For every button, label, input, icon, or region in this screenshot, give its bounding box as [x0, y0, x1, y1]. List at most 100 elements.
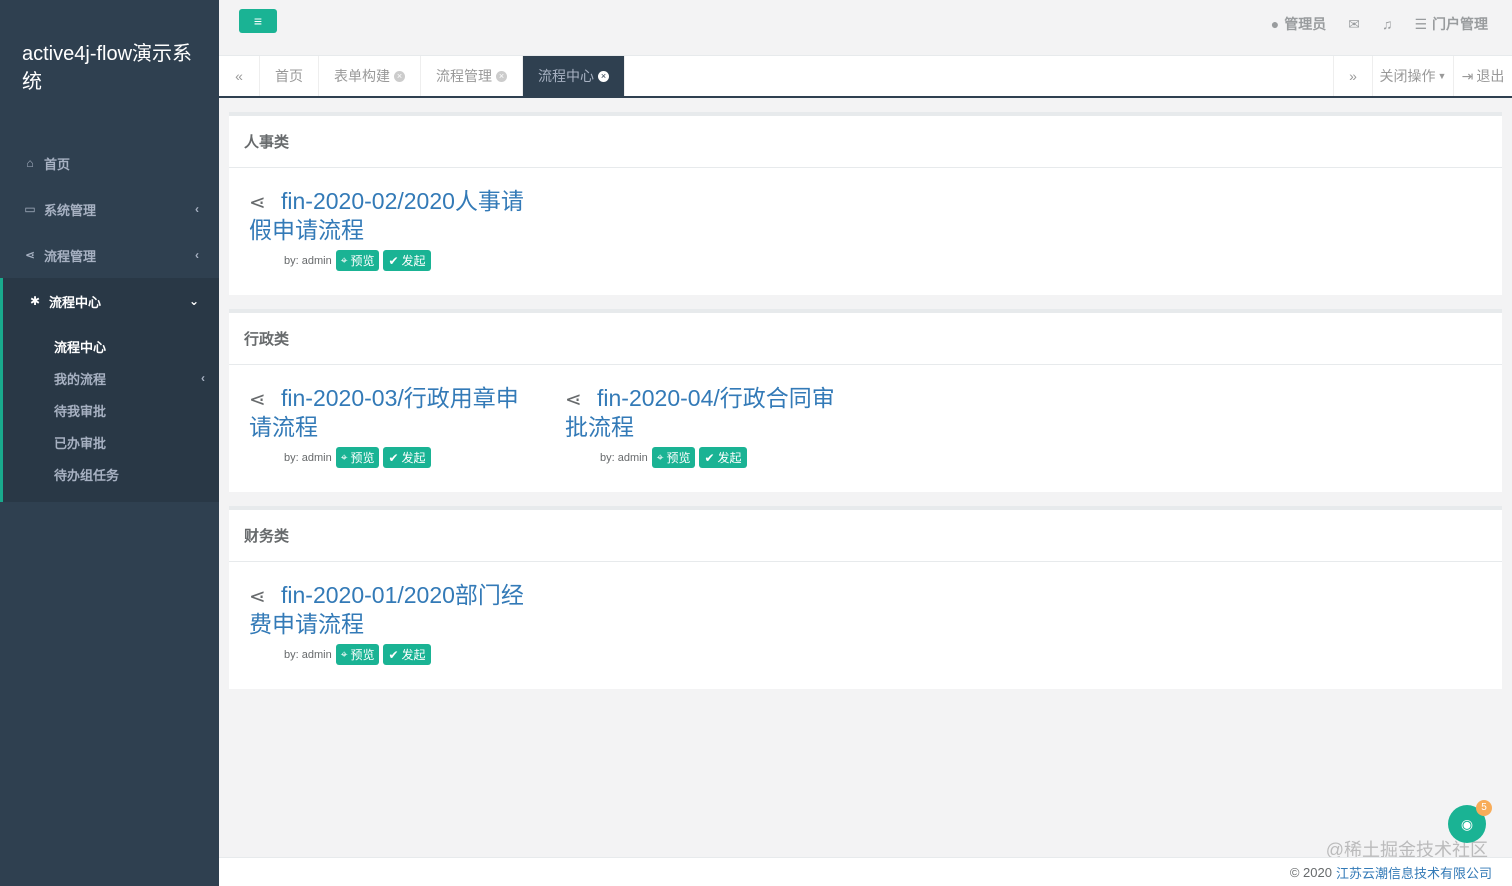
start-button[interactable]: ✔ 发起 — [383, 644, 431, 665]
flow-link[interactable]: ⋖ fin-2020-03/行政用章申请流程 — [249, 385, 533, 441]
share-icon: ⋖ — [249, 586, 266, 608]
sidebar-subitem-my-flows[interactable]: 我的流程 ‹ — [3, 362, 219, 394]
user-icon: ● — [1270, 16, 1280, 32]
chat-badge: 5 — [1476, 800, 1492, 816]
flow-link[interactable]: ⋖ fin-2020-01/2020部门经费申请流程 — [249, 582, 533, 638]
logout-button[interactable]: ⇥ 退出 — [1453, 56, 1512, 96]
start-button[interactable]: ✔ 发起 — [699, 447, 747, 468]
sidebar-subitem-flow-center[interactable]: 流程中心 — [3, 330, 219, 362]
sidebar-item-flow-center[interactable]: ✱ 流程中心 ⌄ — [0, 278, 219, 324]
category-panel: 财务类 ⋖ fin-2020-01/2020部门经费申请流程 by: admin … — [229, 506, 1502, 689]
flow-meta: by: admin ⌖ 预览 ✔ 发起 — [565, 447, 849, 468]
chevron-left-icon: ‹ — [195, 202, 199, 216]
flow-card: ⋖ fin-2020-03/行政用章申请流程 by: admin ⌖ 预览 ✔ 发起 — [249, 385, 533, 472]
tabs-scroll-left-button[interactable]: « — [219, 56, 260, 96]
sidebar-subitem-label: 已办审批 — [54, 435, 107, 451]
caret-down-icon: ▼ — [1437, 71, 1447, 81]
tabs-spacer — [625, 56, 1333, 96]
flow-meta: by: admin ⌖ 预览 ✔ 发起 — [249, 447, 533, 468]
double-chevron-left-icon: « — [235, 68, 243, 84]
flow-title: fin-2020-04/行政合同审批流程 — [565, 385, 835, 440]
tabs-scroll-right-button[interactable]: » — [1333, 56, 1372, 96]
category-panel: 人事类 ⋖ fin-2020-02/2020人事请假申请流程 by: admin … — [229, 112, 1502, 295]
start-label: 发起 — [401, 451, 426, 465]
close-icon[interactable]: × — [598, 70, 609, 82]
category-panel: 行政类 ⋖ fin-2020-03/行政用章申请流程 by: admin ⌖ 预览 … — [229, 309, 1502, 492]
share-icon: ⋖ — [249, 192, 266, 214]
flow-link[interactable]: ⋖ fin-2020-04/行政合同审批流程 — [565, 385, 849, 441]
main-content: 人事类 ⋖ fin-2020-02/2020人事请假申请流程 by: admin … — [229, 112, 1502, 703]
share-icon: ⋖ — [24, 248, 36, 262]
chevron-down-icon: ⌄ — [188, 294, 199, 308]
sidebar-item-home[interactable]: ⌂ 首页 — [0, 140, 219, 186]
flow-author: by: admin — [600, 451, 648, 464]
sidebar-subitem-pending-approval[interactable]: 待我审批 — [3, 394, 219, 426]
flow-card: ⋖ fin-2020-01/2020部门经费申请流程 by: admin ⌖ 预览 … — [249, 582, 533, 669]
sidebar-subitem-label: 流程中心 — [54, 339, 107, 355]
footer-company-link[interactable]: 江苏云潮信息技术有限公司 — [1336, 863, 1492, 882]
preview-label: 预览 — [666, 451, 691, 465]
flow-list: ⋖ fin-2020-03/行政用章申请流程 by: admin ⌖ 预览 ✔ 发起 … — [229, 365, 1502, 492]
sidebar-subitem-group-tasks[interactable]: 待办组任务 — [3, 458, 219, 490]
flow-card: ⋖ fin-2020-02/2020人事请假申请流程 by: admin ⌖ 预览 … — [249, 188, 533, 275]
sidebar-subitem-done-approval[interactable]: 已办审批 — [3, 426, 219, 458]
check-icon: ✔ — [388, 647, 399, 662]
close-operations-dropdown[interactable]: 关闭操作 ▼ — [1372, 56, 1453, 96]
preview-label: 预览 — [350, 648, 375, 662]
bell-icon[interactable]: ♫ — [1382, 16, 1393, 32]
start-button[interactable]: ✔ 发起 — [383, 447, 431, 468]
close-icon[interactable]: × — [496, 70, 507, 82]
flow-title: fin-2020-01/2020部门经费申请流程 — [249, 582, 524, 637]
sidebar-subitem-label: 待办组任务 — [54, 467, 120, 483]
menu-toggle-button[interactable]: ≡ — [239, 9, 277, 33]
chat-button[interactable]: ◉ 5 — [1448, 800, 1492, 843]
flow-title: fin-2020-03/行政用章申请流程 — [249, 385, 519, 440]
flow-meta: by: admin ⌖ 预览 ✔ 发起 — [249, 250, 533, 271]
sidebar-item-system[interactable]: ▭ 系统管理 ‹ — [0, 186, 219, 232]
share-icon: ⋖ — [565, 389, 582, 411]
portal-label: 门户管理 — [1432, 16, 1488, 32]
category-title: 财务类 — [229, 510, 1502, 562]
preview-button[interactable]: ⌖ 预览 — [335, 644, 380, 665]
preview-label: 预览 — [350, 451, 375, 465]
sidebar-item-label: 系统管理 — [44, 202, 97, 218]
tab-home[interactable]: 首页 — [260, 56, 319, 96]
tab-flow-manage[interactable]: 流程管理 × — [421, 56, 523, 96]
preview-button[interactable]: ⌖ 预览 — [335, 250, 380, 271]
chat-icon: ◉ — [1460, 815, 1474, 832]
share-icon: ⋖ — [249, 389, 266, 411]
brand-title: active4j-flow演示系统 — [22, 43, 193, 93]
preview-label: 预览 — [350, 254, 375, 268]
close-ops-label: 关闭操作 — [1379, 68, 1436, 84]
close-icon[interactable]: × — [394, 70, 405, 82]
flow-list: ⋖ fin-2020-02/2020人事请假申请流程 by: admin ⌖ 预览 … — [229, 168, 1502, 295]
menu-icon: ≡ — [253, 13, 263, 29]
sidebar-item-flow-manage[interactable]: ⋖ 流程管理 ‹ — [0, 232, 219, 278]
monitor-icon: ▭ — [24, 202, 36, 216]
category-title: 人事类 — [229, 116, 1502, 168]
start-label: 发起 — [717, 451, 742, 465]
preview-button[interactable]: ⌖ 预览 — [335, 447, 380, 468]
sidebar-item-label: 流程中心 — [49, 294, 102, 310]
category-title: 行政类 — [229, 313, 1502, 365]
logout-label: 退出 — [1476, 68, 1505, 84]
preview-button[interactable]: ⌖ 预览 — [651, 447, 696, 468]
tab-label: 流程管理 — [436, 68, 492, 84]
binoculars-icon: ⌖ — [340, 450, 348, 464]
envelope-icon[interactable]: ✉ — [1348, 16, 1360, 33]
chevron-left-icon: ‹ — [195, 248, 199, 262]
flow-link[interactable]: ⋖ fin-2020-02/2020人事请假申请流程 — [249, 188, 533, 244]
portal-manage-button[interactable]: ☰ 门户管理 — [1414, 14, 1488, 34]
flow-list: ⋖ fin-2020-01/2020部门经费申请流程 by: admin ⌖ 预览 … — [229, 562, 1502, 689]
tab-label: 首页 — [275, 68, 303, 84]
footer: © 2020 江苏云潮信息技术有限公司 — [219, 857, 1512, 886]
start-button[interactable]: ✔ 发起 — [383, 250, 431, 271]
logout-icon: ⇥ — [1461, 67, 1474, 84]
tab-flow-center[interactable]: 流程中心 × — [523, 56, 625, 96]
tab-form-builder[interactable]: 表单构建 × — [319, 56, 421, 96]
user-menu[interactable]: ● 管理员 — [1271, 14, 1326, 34]
tab-label: 表单构建 — [334, 68, 390, 84]
binoculars-icon: ⌖ — [340, 647, 348, 661]
tabs-bar: « 首页 表单构建 × 流程管理 × 流程中心 × » 关闭操作 ▼ ⇥ 退出 — [219, 56, 1512, 98]
gear-icon: ✱ — [29, 294, 41, 308]
